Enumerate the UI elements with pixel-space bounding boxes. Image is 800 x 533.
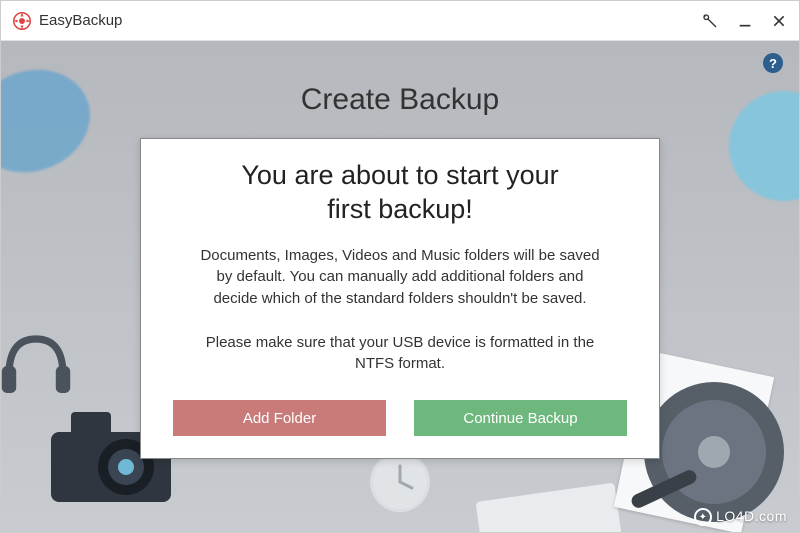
settings-icon[interactable] (701, 12, 719, 30)
app-window: EasyBackup (0, 0, 800, 533)
continue-backup-button[interactable]: Continue Backup (414, 400, 627, 436)
window-controls (701, 12, 787, 30)
clock-icon (370, 452, 430, 512)
keyboard-icon (476, 483, 623, 532)
titlebar: EasyBackup (1, 1, 799, 41)
app-title: EasyBackup (39, 12, 701, 29)
globe-icon: ✦ (694, 508, 712, 526)
add-folder-button[interactable]: Add Folder (173, 400, 386, 436)
first-backup-dialog: You are about to start your first backup… (140, 138, 660, 459)
content-area: ? Create Backup You are about to start y… (1, 41, 799, 532)
headphones-icon (1, 312, 81, 402)
close-button[interactable] (771, 13, 787, 29)
watermark-text: LO4D.com (716, 508, 787, 524)
dialog-buttons: Add Folder Continue Backup (173, 400, 627, 436)
watermark: ✦LO4D.com (694, 508, 787, 526)
app-logo-icon (13, 12, 31, 30)
dialog-title: You are about to start your first backup… (241, 159, 558, 227)
minimize-button[interactable] (737, 13, 753, 29)
page-title: Create Backup (1, 83, 799, 117)
decor-blob-icon (1, 53, 104, 188)
dialog-body: Documents, Images, Videos and Music fold… (200, 245, 599, 376)
help-icon[interactable]: ? (763, 53, 783, 73)
